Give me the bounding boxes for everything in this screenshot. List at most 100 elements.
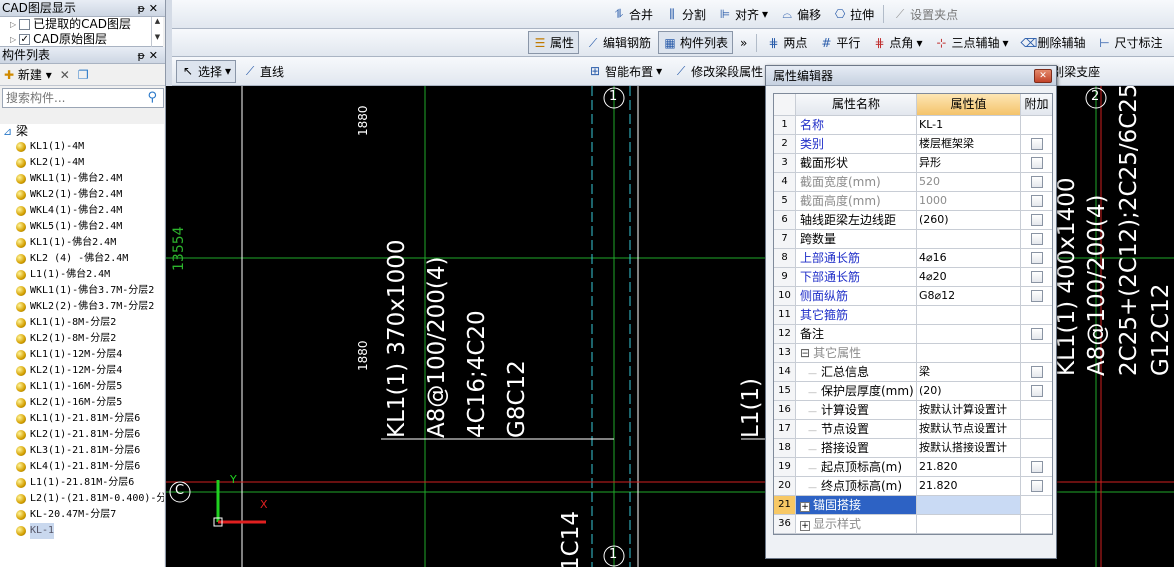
property-row[interactable]: 2 类别 楼层框架梁 xyxy=(774,135,1052,154)
dialog-close-button[interactable]: ✕ xyxy=(1034,69,1052,83)
tree-item[interactable]: KL2(1)-21.81M-分层6 xyxy=(0,427,164,443)
property-add-checkbox[interactable] xyxy=(1030,138,1043,150)
property-value[interactable] xyxy=(917,230,1021,248)
property-add-checkbox[interactable] xyxy=(1030,385,1043,397)
delete-aux-button[interactable]: ⌫ 删除辅轴 xyxy=(1016,31,1091,54)
property-add-checkbox[interactable] xyxy=(1030,271,1043,283)
property-row[interactable]: 7 跨数量 xyxy=(774,230,1052,249)
property-row[interactable]: 18搭接设置按默认搭接设置计 xyxy=(774,439,1052,458)
edit-rebar-button[interactable]: ⟋ 编辑钢筋 xyxy=(581,31,656,54)
property-row[interactable]: 9 下部通长筋 4⌀20 xyxy=(774,268,1052,287)
delete-component-icon[interactable]: ✕ xyxy=(60,68,70,82)
property-row[interactable]: 3 截面形状 异形 xyxy=(774,154,1052,173)
property-add-checkbox[interactable] xyxy=(1030,480,1043,492)
property-value[interactable]: KL-1 xyxy=(917,116,1021,134)
property-row[interactable]: 21 + 锚固搭接 xyxy=(774,496,1052,515)
property-value[interactable]: 520 xyxy=(917,173,1021,191)
merge-button[interactable]: ⥮ 合并 xyxy=(607,3,658,26)
property-value[interactable] xyxy=(917,496,1021,514)
tree-item[interactable]: WKL1(1)-佛台3.7M-分层2 xyxy=(0,283,164,299)
select-button[interactable]: ↖ 选择 ▾ xyxy=(176,59,237,83)
property-value[interactable]: G8⌀12 xyxy=(917,287,1021,305)
properties-button[interactable]: ☰ 属性 xyxy=(528,31,580,54)
tree-item[interactable]: KL2(1)-4M xyxy=(0,155,164,171)
property-add-checkbox[interactable] xyxy=(1030,366,1043,378)
property-row[interactable]: 19起点顶标高(m)21.820 xyxy=(774,458,1052,477)
property-add-checkbox[interactable] xyxy=(1030,461,1043,473)
property-value[interactable]: 按默认节点设置计 xyxy=(917,420,1021,438)
tree-item[interactable]: KL1(1)-12M-分层4 xyxy=(0,347,164,363)
property-row[interactable]: 16计算设置按默认计算设置计 xyxy=(774,401,1052,420)
property-row[interactable]: 5 截面高度(mm) 1000 xyxy=(774,192,1052,211)
property-add-checkbox[interactable] xyxy=(1030,157,1043,169)
tree-item[interactable]: KL1(1)-16M-分层5 xyxy=(0,379,164,395)
property-add-checkbox[interactable] xyxy=(1030,328,1043,340)
property-row[interactable]: 15保护层厚度(mm)(20) xyxy=(774,382,1052,401)
set-grip-button[interactable]: ⟋ 设置夹点 xyxy=(888,3,963,26)
split-button[interactable]: ⫼ 分割 xyxy=(660,3,711,26)
property-value[interactable]: 按默认计算设置计 xyxy=(917,401,1021,419)
property-add-checkbox[interactable] xyxy=(1030,290,1043,302)
property-value[interactable]: 按默认搭接设置计 xyxy=(917,439,1021,457)
pin-icon[interactable]: ᵽ xyxy=(137,2,148,15)
expand-arrow-icon[interactable]: ▷ xyxy=(10,32,16,47)
property-value[interactable]: 4⌀20 xyxy=(917,268,1021,286)
property-value[interactable] xyxy=(917,306,1021,324)
property-row[interactable]: 17节点设置按默认节点设置计 xyxy=(774,420,1052,439)
tree-item[interactable]: WKL4(1)-佛台2.4M xyxy=(0,203,164,219)
property-row[interactable]: 11 其它箍筋 xyxy=(774,306,1052,325)
expand-arrow-icon[interactable]: ▷ xyxy=(10,17,16,32)
property-value[interactable] xyxy=(917,344,1021,362)
property-row[interactable]: 8 上部通长筋 4⌀16 xyxy=(774,249,1052,268)
tree-item[interactable]: KL2(1)-16M-分层5 xyxy=(0,395,164,411)
close-icon[interactable]: ✕ xyxy=(149,49,162,62)
copy-component-icon[interactable]: ❐ xyxy=(78,68,89,82)
property-value[interactable]: 1000 xyxy=(917,192,1021,210)
dimension-button[interactable]: ⊢ 尺寸标注 xyxy=(1093,31,1168,54)
tree-item[interactable]: KL2 (4) -佛台2.4M xyxy=(0,251,164,267)
tree-item[interactable]: L1(1)-21.81M-分层6 xyxy=(0,475,164,491)
property-add-checkbox[interactable] xyxy=(1030,176,1043,188)
search-icon[interactable]: ⚲ xyxy=(147,90,157,105)
tree-item[interactable]: WKL2(1)-佛台2.4M xyxy=(0,187,164,203)
property-add-checkbox[interactable] xyxy=(1030,233,1043,245)
property-row[interactable]: 12 备注 xyxy=(774,325,1052,344)
expand-icon[interactable]: + xyxy=(800,521,810,531)
component-list-button[interactable]: ▦ 构件列表 xyxy=(658,31,734,54)
tree-item[interactable]: KL2(1)-8M-分层2 xyxy=(0,331,164,347)
stretch-button[interactable]: ⎔ 拉伸 xyxy=(828,3,879,26)
modify-span-button[interactable]: ⟋ 修改梁段属性 xyxy=(669,60,768,83)
tree-item[interactable]: KL3(1)-21.81M-分层6 xyxy=(0,443,164,459)
tree-item[interactable]: WKL5(1)-佛台2.4M xyxy=(0,219,164,235)
property-value[interactable]: 梁 xyxy=(917,363,1021,381)
component-search-input[interactable] xyxy=(2,88,164,108)
three-point-aux-button[interactable]: ⊹ 三点辅轴 ▾ xyxy=(929,31,1013,54)
property-value[interactable]: 21.820 xyxy=(917,477,1021,495)
tree-item[interactable]: KL2(1)-12M-分层4 xyxy=(0,363,164,379)
tree-item[interactable]: KL1(1)-8M-分层2 xyxy=(0,315,164,331)
align-button[interactable]: ⊫ 对齐 ▾ xyxy=(713,3,773,26)
tree-item[interactable]: KL1(1)-佛台2.4M xyxy=(0,235,164,251)
property-value[interactable] xyxy=(917,325,1021,343)
smart-layout-button[interactable]: ⊞ 智能布置 ▾ xyxy=(583,60,667,83)
tree-root-beam[interactable]: ⊿ 梁 xyxy=(0,124,164,139)
property-add-checkbox[interactable] xyxy=(1030,195,1043,207)
property-row[interactable]: 4 截面宽度(mm) 520 xyxy=(774,173,1052,192)
layer-scrollbar[interactable]: ▲ ▼ xyxy=(151,17,163,47)
property-row[interactable]: 10 侧面纵筋 G8⌀12 xyxy=(774,287,1052,306)
line-button[interactable]: ⟋ 直线 xyxy=(238,60,289,83)
property-value[interactable]: 楼层框架梁 xyxy=(917,135,1021,153)
new-component-button[interactable]: ✚ 新建 ▾ xyxy=(4,66,52,83)
property-row[interactable]: 14汇总信息梁 xyxy=(774,363,1052,382)
tree-item[interactable]: L1(1)-佛台2.4M xyxy=(0,267,164,283)
property-value[interactable]: 异形 xyxy=(917,154,1021,172)
property-add-checkbox[interactable] xyxy=(1030,252,1043,264)
layer-checkbox-extracted[interactable] xyxy=(19,19,31,30)
property-add-checkbox[interactable] xyxy=(1030,214,1043,226)
property-value[interactable]: 21.820 xyxy=(917,458,1021,476)
property-value[interactable] xyxy=(917,515,1021,533)
property-row[interactable]: 36 + 显示样式 xyxy=(774,515,1052,534)
two-points-button[interactable]: ⋕ 两点 xyxy=(761,31,812,54)
property-row[interactable]: 6 轴线距梁左边线距 (260) xyxy=(774,211,1052,230)
pin-icon[interactable]: ᵽ xyxy=(137,49,148,62)
